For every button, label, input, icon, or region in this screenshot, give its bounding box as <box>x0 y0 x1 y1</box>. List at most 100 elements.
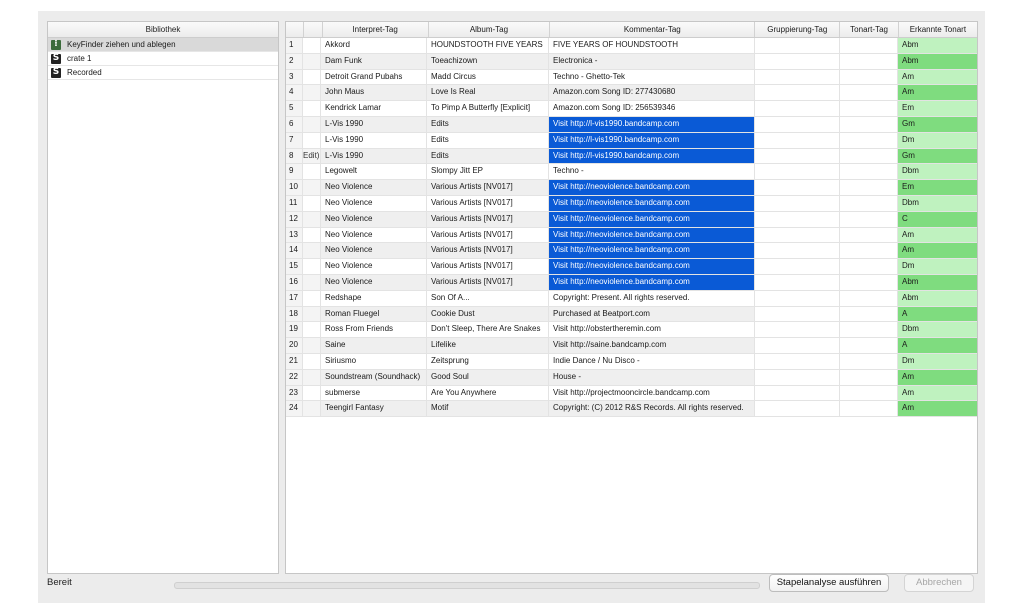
row-number: 23 <box>286 385 303 401</box>
row-album: Various Artists [NV017] <box>427 243 549 259</box>
row-file <box>303 259 321 274</box>
row-detected-key: Gm <box>898 148 977 164</box>
tracks-table: Interpret-Tag Album-Tag Kommentar-Tag Gr… <box>285 21 978 574</box>
row-artist: L-Vis 1990 <box>321 116 427 132</box>
row-key-tag <box>840 401 898 417</box>
column-header-grouping[interactable]: Gruppierung-Tag <box>755 22 841 37</box>
table-row[interactable]: 23 submerse Are You Anywhere Visit http://p… <box>286 385 977 402</box>
row-detected-key: Abm <box>898 53 977 69</box>
run-batch-button[interactable]: Stapelanalyse ausführen <box>769 574 889 592</box>
row-comment: Visit http://neoviolence.bandcamp.com <box>549 211 755 227</box>
row-artist: L-Vis 1990 <box>321 148 427 164</box>
row-artist: Soundstream (Soundhack) <box>321 369 427 385</box>
library-item-keyfinder[interactable]: ⁝ KeyFinder ziehen und ablegen <box>48 38 278 52</box>
table-row[interactable]: 17 Redshape Son Of A... Copyright: Present.… <box>286 290 977 307</box>
table-row[interactable]: 8 Edit) L-Vis 1990 Edits Visit http://l-vis1… <box>286 148 977 165</box>
column-header-number[interactable] <box>286 22 304 37</box>
row-comment: Visit http://obstertheremin.com <box>549 322 755 338</box>
row-artist: Kendrick Lamar <box>321 101 427 116</box>
row-key-tag <box>840 322 898 338</box>
table-row[interactable]: 16 Neo Violence Various Artists [NV017] Vis… <box>286 274 977 291</box>
column-header-file[interactable] <box>304 22 323 37</box>
row-comment: Indie Dance / Nu Disco - <box>549 353 755 369</box>
table-row[interactable]: 21 Siriusmo Zeitsprung Indie Dance / Nu Dis… <box>286 353 977 370</box>
row-key-tag <box>840 243 898 259</box>
row-detected-key: Dm <box>898 353 977 369</box>
row-grouping <box>755 180 840 195</box>
row-artist: Neo Violence <box>321 227 427 243</box>
row-album: Don't Sleep, There Are Snakes <box>427 322 549 338</box>
row-album: Motif <box>427 401 549 417</box>
row-file <box>303 322 321 338</box>
row-key-tag <box>840 148 898 164</box>
row-file <box>303 101 321 116</box>
row-key-tag <box>840 53 898 69</box>
row-key-tag <box>840 338 898 353</box>
row-file <box>303 195 321 211</box>
row-detected-key: Em <box>898 101 977 116</box>
row-key-tag <box>840 85 898 101</box>
library-item-crate-1[interactable]: S crate 1 <box>48 52 278 66</box>
row-comment: Visit http://l-vis1990.bandcamp.com <box>549 132 755 148</box>
row-file <box>303 38 321 53</box>
table-row[interactable]: 15 Neo Violence Various Artists [NV017] Vis… <box>286 259 977 275</box>
row-file <box>303 164 321 180</box>
table-row[interactable]: 1 Akkord HOUNDSTOOTH FIVE YEARS FIVE YEARS … <box>286 38 977 54</box>
column-header-detected-key[interactable]: Erkannte Tonart <box>899 22 977 37</box>
table-row[interactable]: 20 Saine Lifelike Visit http://saine.bandca… <box>286 338 977 354</box>
row-file <box>303 69 321 85</box>
table-row[interactable]: 3 Detroit Grand Pubahs Madd Circus Techno -… <box>286 69 977 86</box>
row-file: Edit) <box>303 148 321 164</box>
row-grouping <box>755 322 840 338</box>
row-album: Toeachizown <box>427 53 549 69</box>
table-row[interactable]: 14 Neo Violence Various Artists [NV017] Vis… <box>286 243 977 260</box>
table-row[interactable]: 7 L-Vis 1990 Edits Visit http://l-vis1990.b… <box>286 132 977 149</box>
row-detected-key: Am <box>898 85 977 101</box>
column-header-artist[interactable]: Interpret-Tag <box>323 22 429 37</box>
row-detected-key: C <box>898 211 977 227</box>
column-header-comment[interactable]: Kommentar-Tag <box>550 22 756 37</box>
table-row[interactable]: 6 L-Vis 1990 Edits Visit http://l-vis1990.b… <box>286 116 977 133</box>
row-comment: Visit http://neoviolence.bandcamp.com <box>549 259 755 274</box>
row-number: 18 <box>286 306 303 322</box>
row-grouping <box>755 69 840 85</box>
row-grouping <box>755 53 840 69</box>
table-row[interactable]: 9 Legowelt Slompy Jitt EP Techno - Dbm <box>286 164 977 181</box>
row-number: 19 <box>286 322 303 338</box>
table-row[interactable]: 5 Kendrick Lamar To Pimp A Butterfly [Expl… <box>286 101 977 117</box>
cancel-button[interactable]: Abbrechen <box>904 574 974 592</box>
row-album: Various Artists [NV017] <box>427 259 549 274</box>
table-row[interactable]: 12 Neo Violence Various Artists [NV017] Vis… <box>286 211 977 228</box>
row-number: 5 <box>286 101 303 116</box>
table-row[interactable]: 19 Ross From Friends Don't Sleep, There Ar… <box>286 322 977 339</box>
row-detected-key: Abm <box>898 38 977 53</box>
row-file <box>303 116 321 132</box>
table-row[interactable]: 10 Neo Violence Various Artists [NV017] Vis… <box>286 180 977 196</box>
table-row[interactable]: 24 Teengirl Fantasy Motif Copyright: (C) 20… <box>286 401 977 418</box>
table-row[interactable]: 13 Neo Violence Various Artists [NV017] Vis… <box>286 227 977 244</box>
table-row[interactable]: 2 Dam Funk Toeachizown Electronica - Abm <box>286 53 977 70</box>
row-artist: Neo Violence <box>321 259 427 274</box>
row-key-tag <box>840 132 898 148</box>
row-number: 13 <box>286 227 303 243</box>
row-comment: Amazon.com Song ID: 277430680 <box>549 85 755 101</box>
table-row[interactable]: 4 John Maus Love Is Real Amazon.com Song ID… <box>286 85 977 102</box>
row-grouping <box>755 116 840 132</box>
column-header-key-tag[interactable]: Tonart-Tag <box>840 22 899 37</box>
table-row[interactable]: 22 Soundstream (Soundhack) Good Soul House … <box>286 369 977 386</box>
library-item-recorded[interactable]: S Recorded <box>48 66 278 80</box>
row-album: Slompy Jitt EP <box>427 164 549 180</box>
column-header-album[interactable]: Album-Tag <box>429 22 551 37</box>
table-row[interactable]: 18 Roman Fluegel Cookie Dust Purchased at B… <box>286 306 977 323</box>
row-artist: Neo Violence <box>321 195 427 211</box>
row-number: 1 <box>286 38 303 53</box>
row-comment: Copyright: (C) 2012 R&S Records. All rig… <box>549 401 755 417</box>
row-key-tag <box>840 306 898 322</box>
row-comment: Techno - <box>549 164 755 180</box>
row-album: Cookie Dust <box>427 306 549 322</box>
row-grouping <box>755 243 840 259</box>
row-number: 15 <box>286 259 303 274</box>
table-row[interactable]: 11 Neo Violence Various Artists [NV017] Vis… <box>286 195 977 212</box>
row-key-tag <box>840 164 898 180</box>
row-grouping <box>755 401 840 417</box>
